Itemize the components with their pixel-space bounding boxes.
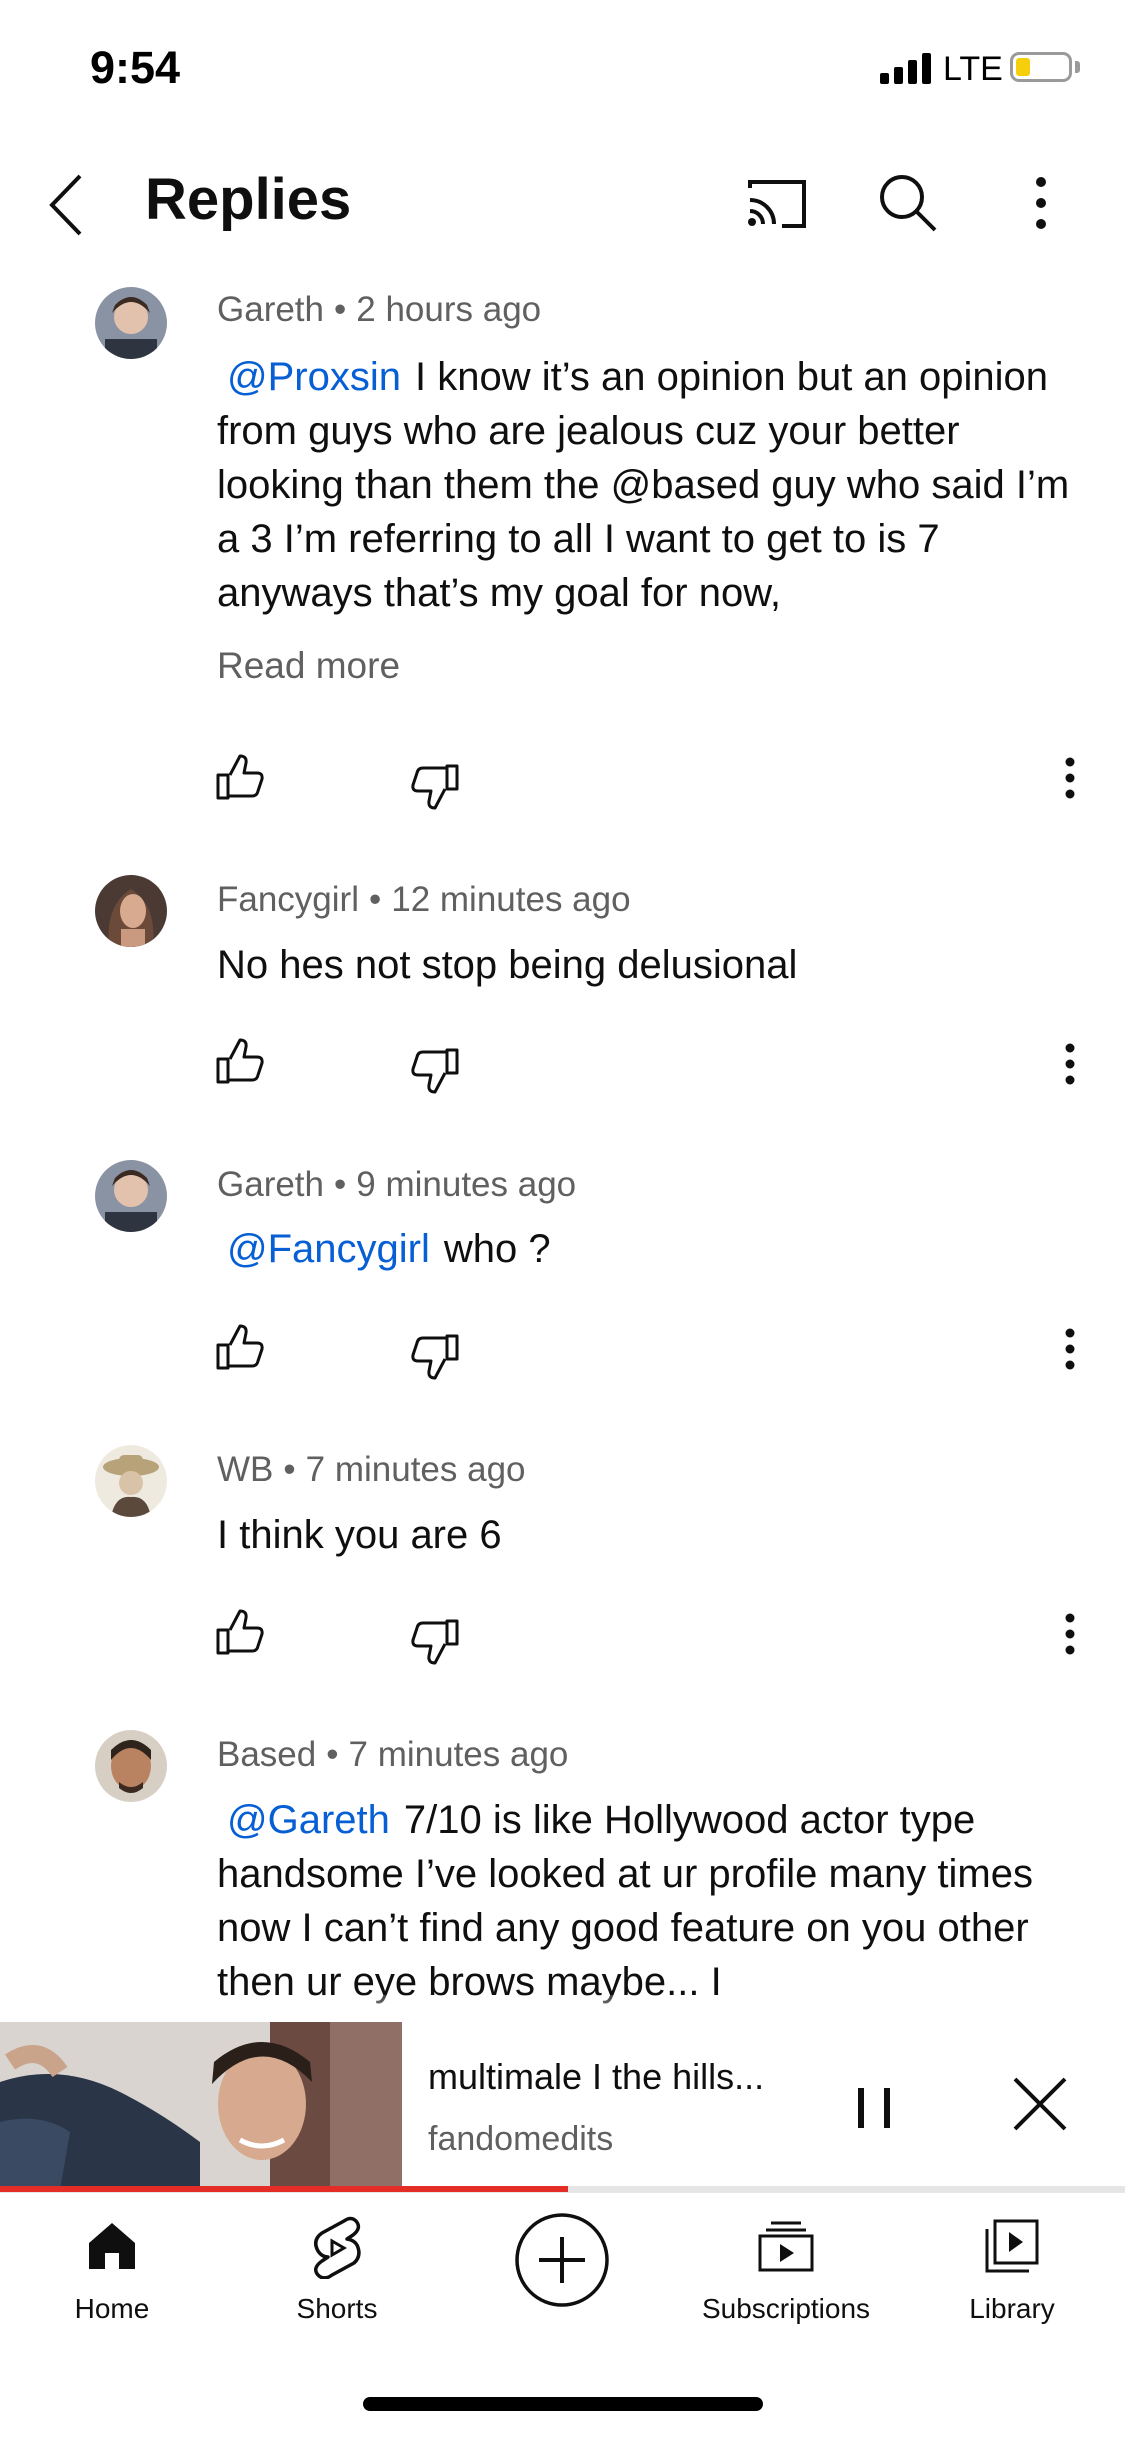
search-icon[interactable] xyxy=(873,168,943,238)
dislike-icon[interactable] xyxy=(405,1326,465,1386)
comment-text: No hes not stop being delusional xyxy=(217,938,1077,992)
close-icon[interactable] xyxy=(1010,2074,1070,2134)
nav-subscriptions-label: Subscriptions xyxy=(701,2293,871,2324)
dislike-icon[interactable] xyxy=(405,1040,465,1100)
video-thumbnail[interactable] xyxy=(0,2022,402,2190)
mini-player-channel[interactable]: fandomedits xyxy=(428,2120,613,2159)
comment-time: 12 minutes ago xyxy=(391,880,631,919)
comment-text: @Fancygirl who ? xyxy=(217,1222,1077,1276)
comment-body-text: I think you are 6 xyxy=(217,1513,502,1557)
status-time: 9:54 xyxy=(90,42,181,93)
nav-subscriptions[interactable]: Subscriptions xyxy=(686,2213,886,2325)
avatar[interactable] xyxy=(95,1160,167,1232)
comment-meta: WB • 7 minutes ago xyxy=(217,1450,526,1489)
create-button[interactable] xyxy=(513,2211,611,2309)
status-bar: 9:54 LTE xyxy=(0,0,1125,140)
back-icon[interactable] xyxy=(40,170,100,240)
header: Replies xyxy=(0,140,1125,260)
page-title: Replies xyxy=(145,167,352,232)
comment-author[interactable]: WB xyxy=(217,1450,273,1489)
comment-time: 7 minutes ago xyxy=(305,1450,526,1489)
home-icon xyxy=(89,2223,135,2269)
dislike-icon[interactable] xyxy=(405,1611,465,1671)
like-icon[interactable] xyxy=(210,1318,270,1378)
comment-more-icon[interactable] xyxy=(1050,748,1090,808)
comment-body-text: No hes not stop being delusional xyxy=(217,943,798,987)
comment-body-text: who ? xyxy=(443,1227,551,1271)
subscriptions-icon xyxy=(758,2221,814,2272)
avatar[interactable] xyxy=(95,875,167,947)
library-icon xyxy=(985,2219,1039,2273)
comment-more-icon[interactable] xyxy=(1050,1604,1090,1664)
battery-cap xyxy=(1075,61,1080,73)
comment-author[interactable]: Gareth xyxy=(217,290,324,329)
home-indicator xyxy=(363,2397,763,2411)
comment-meta: Fancygirl • 12 minutes ago xyxy=(217,880,631,919)
nav-home-label: Home xyxy=(74,2293,150,2324)
battery-icon xyxy=(1010,52,1072,82)
nav-shorts-label: Shorts xyxy=(296,2293,378,2324)
comment-author[interactable]: Fancygirl xyxy=(217,880,359,919)
nav-library[interactable]: Library xyxy=(912,2213,1112,2325)
comment-time: 2 hours ago xyxy=(356,290,542,329)
network-label: LTE xyxy=(943,50,1003,88)
nav-library-label: Library xyxy=(969,2293,1055,2324)
mini-player[interactable]: multimale I the hills... fandomedits xyxy=(0,2022,1125,2190)
comment-more-icon[interactable] xyxy=(1050,1319,1090,1379)
pause-icon[interactable] xyxy=(850,2078,900,2138)
like-icon[interactable] xyxy=(210,748,270,808)
mention-link[interactable]: @Gareth xyxy=(227,1798,390,1842)
nav-shorts[interactable]: Shorts xyxy=(237,2213,437,2325)
mention-link[interactable]: @Proxsin xyxy=(227,355,401,399)
comment-author[interactable]: Gareth xyxy=(217,1165,324,1204)
comment-more-icon[interactable] xyxy=(1050,1034,1090,1094)
avatar[interactable] xyxy=(95,1445,167,1517)
comment-time: 9 minutes ago xyxy=(356,1165,577,1204)
comment-time: 7 minutes ago xyxy=(348,1735,569,1774)
comment-meta: Gareth • 2 hours ago xyxy=(217,290,542,329)
comment-text: @Gareth 7/10 is like Hollywood actor type… xyxy=(217,1793,1077,2009)
signal-icon xyxy=(880,52,931,84)
comment-text: I think you are 6 xyxy=(217,1508,1077,1562)
dislike-icon[interactable] xyxy=(405,756,465,816)
like-icon[interactable] xyxy=(210,1603,270,1663)
mention-link[interactable]: @Fancygirl xyxy=(227,1227,430,1271)
comment-meta: Based • 7 minutes ago xyxy=(217,1735,569,1774)
avatar[interactable] xyxy=(95,287,167,359)
comment-text: @Proxsin I know it’s an opinion but an op… xyxy=(217,350,1077,620)
shorts-icon xyxy=(314,2216,361,2279)
mini-player-title[interactable]: multimale I the hills... xyxy=(428,2056,764,2098)
avatar[interactable] xyxy=(95,1730,167,1802)
like-icon[interactable] xyxy=(210,1032,270,1092)
comment-meta: Gareth • 9 minutes ago xyxy=(217,1165,577,1204)
nav-home[interactable]: Home xyxy=(12,2213,212,2325)
more-options-icon[interactable] xyxy=(1006,168,1076,238)
plus-icon xyxy=(515,2213,609,2307)
comment-author[interactable]: Based xyxy=(217,1735,316,1774)
read-more-link[interactable]: Read more xyxy=(217,645,400,687)
cast-icon[interactable] xyxy=(742,168,812,238)
